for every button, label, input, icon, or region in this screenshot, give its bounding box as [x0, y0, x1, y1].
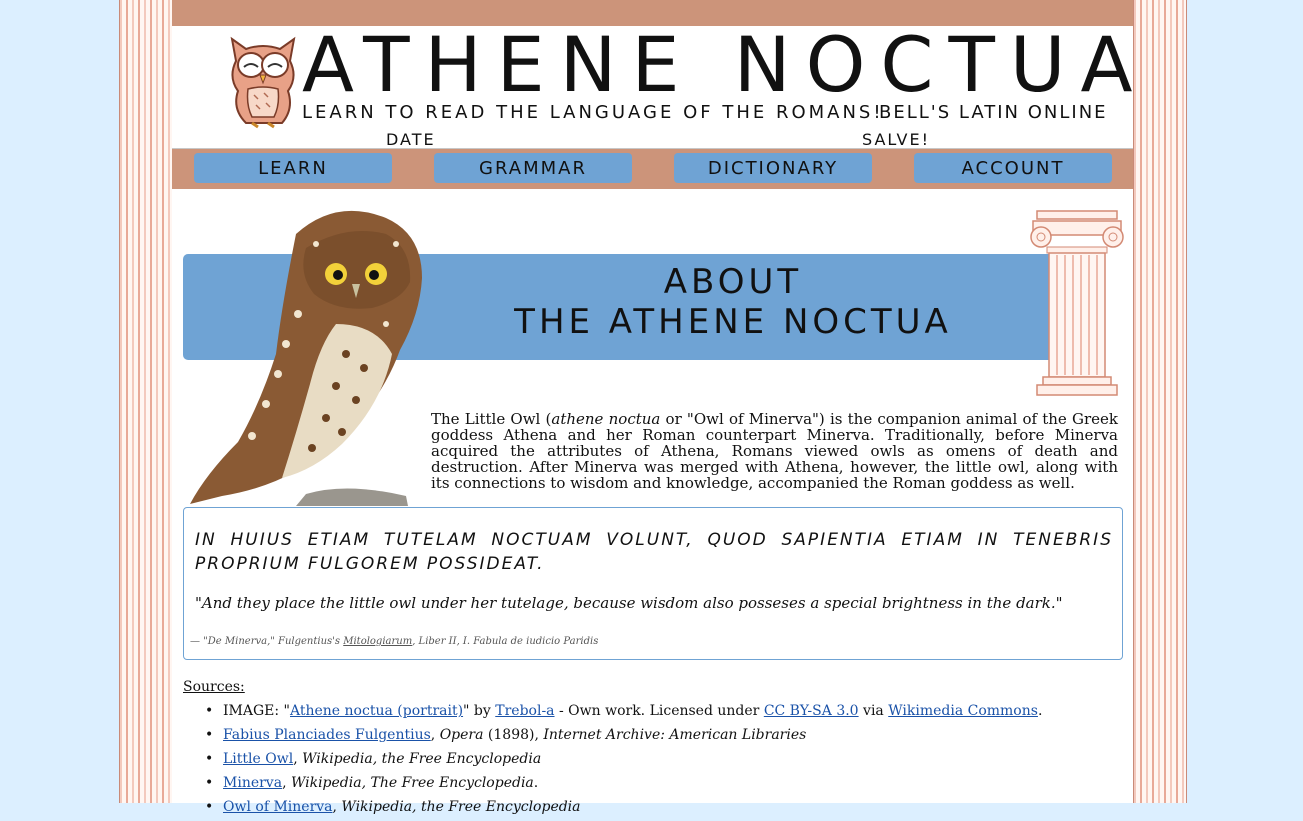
- source1-link-commons[interactable]: Wikimedia Commons: [888, 703, 1038, 719]
- source1-link-portrait[interactable]: Athene noctua (portrait): [290, 703, 463, 719]
- source3-sep: ,: [293, 751, 303, 767]
- citation-post: , Liber II, I. Fabula de iudicio Paridis: [412, 636, 599, 647]
- quote-translation: "And they place the little owl under her…: [195, 594, 1063, 612]
- sources-heading: Sources:: [183, 679, 245, 695]
- sources-list: IMAGE: "Athene noctua (portrait)" by Tre…: [205, 701, 1043, 821]
- citation-pre: — "De Minerva," Fulgentius's: [190, 636, 344, 647]
- nav-dictionary-button[interactable]: DICTIONARY: [674, 153, 872, 183]
- source1-link-author[interactable]: Trebol-a: [495, 703, 554, 719]
- nav-account-button[interactable]: ACCOUNT: [914, 153, 1112, 183]
- source2-year: (1898),: [483, 727, 544, 743]
- source1-mid2: - Own work. Licensed under: [554, 703, 764, 719]
- main-nav: LEARN GRAMMAR DICTIONARY ACCOUNT: [172, 149, 1133, 189]
- about-heading-line2: THE ATHENE NOCTUA: [514, 302, 952, 342]
- ionic-column-icon: [1030, 210, 1124, 396]
- source3-link-little-owl[interactable]: Little Owl: [223, 751, 293, 767]
- source1-mid3: via: [858, 703, 889, 719]
- nav-learn-button[interactable]: LEARN: [194, 153, 392, 183]
- source-item-fulgentius: Fabius Planciades Fulgentius, Opera (189…: [205, 725, 1042, 749]
- left-pillar-decoration: [119, 0, 173, 803]
- site-tagline: LEARN TO READ THE LANGUAGE OF THE ROMANS…: [302, 102, 884, 123]
- site-header: ATHENE NOCTUA LEARN TO READ THE LANGUAGE…: [172, 26, 1133, 149]
- intro-paragraph: The Little Owl (athene noctua or "Owl of…: [431, 411, 1118, 491]
- source1-end: .: [1037, 703, 1043, 719]
- latin-quote: In huius etiam tutelam noctuam volunt, q…: [195, 530, 1113, 574]
- source1-link-license[interactable]: CC BY-SA 3.0: [764, 703, 859, 719]
- about-heading-line1: ABOUT: [663, 262, 803, 302]
- source4-end: .: [533, 775, 539, 791]
- source1-mid1: " by: [463, 703, 496, 719]
- source4-link-minerva[interactable]: Minerva: [223, 775, 282, 791]
- citation-link-mitologiarum[interactable]: Mitologiarum: [343, 636, 412, 647]
- source4-site: Wikipedia, The Free Encyclopedia: [290, 775, 534, 791]
- owl-logo-icon[interactable]: [218, 29, 308, 129]
- source5-site: Wikipedia, the Free Encyclopedia: [341, 799, 581, 815]
- nav-grammar-button[interactable]: GRAMMAR: [434, 153, 632, 183]
- source3-site: Wikipedia, the Free Encyclopedia: [302, 751, 542, 767]
- about-heading: ABOUT THE ATHENE NOCTUA: [423, 262, 1043, 342]
- source-item-owl-of-minerva: Owl of Minerva, Wikipedia, the Free Ency…: [205, 797, 1042, 821]
- source2-link-fulgentius[interactable]: Fabius Planciades Fulgentius: [223, 727, 431, 743]
- salve-greeting: SALVE!: [862, 130, 931, 149]
- source2-work: Opera: [439, 727, 484, 743]
- quote-box: In huius etiam tutelam noctuam volunt, q…: [183, 507, 1123, 660]
- source2-sep: ,: [430, 727, 440, 743]
- date-label: DATE: [386, 130, 436, 149]
- site-title: ATHENE NOCTUA: [302, 20, 1148, 109]
- source1-pre: IMAGE: ": [223, 703, 290, 719]
- site-subtitle: BELL'S LATIN ONLINE: [879, 102, 1108, 123]
- source-item-image: IMAGE: "Athene noctua (portrait)" by Tre…: [205, 701, 1043, 725]
- quote-citation: — "De Minerva," Fulgentius's Mitologiaru…: [190, 636, 598, 647]
- source-item-minerva: Minerva, Wikipedia, The Free Encyclopedi…: [205, 773, 1042, 797]
- little-owl-photo: [190, 210, 422, 506]
- page-container: ATHENE NOCTUA LEARN TO READ THE LANGUAGE…: [172, 0, 1133, 817]
- source4-sep: ,: [282, 775, 291, 791]
- source-item-little-owl: Little Owl, Wikipedia, the Free Encyclop…: [205, 749, 1042, 773]
- source5-link-owl-of-minerva[interactable]: Owl of Minerva: [223, 799, 333, 815]
- source2-publisher: Internet Archive: American Libraries: [543, 727, 807, 743]
- main-content: ABOUT THE ATHENE NOCTUA The Little Owl (…: [172, 189, 1133, 817]
- right-pillar-decoration: [1133, 0, 1187, 803]
